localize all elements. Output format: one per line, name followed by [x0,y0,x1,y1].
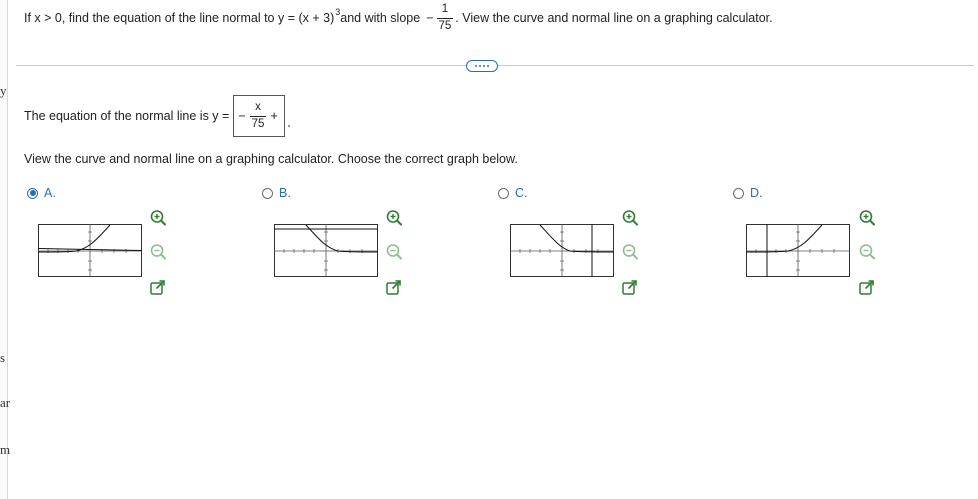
margin-glyph: s [0,350,6,365]
zoom-out-icon[interactable] [620,242,640,262]
zoom-in-icon[interactable] [384,208,404,228]
dot-icon [475,65,477,67]
margin-glyph: m [0,442,11,457]
choice-letter: B. [279,186,291,200]
open-new-window-icon[interactable] [148,278,168,298]
graph-b[interactable] [274,224,378,277]
zoom-out-icon[interactable] [384,242,404,262]
question-prefix: If x > 0, find the equation of the line … [24,11,335,25]
open-new-window-icon[interactable] [384,278,404,298]
choice-b[interactable]: B. [262,186,291,200]
graph-d[interactable] [746,224,850,277]
answer-plus: + [270,109,278,123]
dot-icon [487,65,489,67]
slope-fraction: 1 75 [436,3,454,32]
margin-glyph: ar [0,395,11,410]
question-text: If x > 0, find the equation of the line … [24,2,773,34]
answer-sign: − [238,109,246,123]
choice-letter: A. [44,186,56,200]
answer-label: The equation of the normal line is y = [24,109,230,123]
slope-denominator: 75 [436,17,454,32]
dot-icon [483,65,485,67]
question-suffix: . View the curve and normal line on a gr… [455,11,773,25]
graph-c[interactable] [510,224,614,277]
slope-sign: − [426,11,434,25]
answer-numerator: x [255,101,261,113]
dot-icon [479,65,481,67]
margin-glyph: y [0,83,7,98]
radio-selected-icon[interactable] [27,187,38,199]
open-new-window-icon[interactable] [620,278,640,298]
choice-d[interactable]: D. [733,186,763,200]
graph-a[interactable] [38,224,142,277]
zoom-out-icon[interactable] [857,242,877,262]
answer-input-box[interactable]: − x 75 + [233,95,285,137]
zoom-in-icon[interactable] [620,208,640,228]
zoom-out-icon[interactable] [148,242,168,262]
radio-icon[interactable] [498,187,509,199]
radio-icon[interactable] [262,187,273,199]
choice-c[interactable]: C. [498,186,528,200]
graph-instruction: View the curve and normal line on a grap… [24,152,518,166]
answer-line: The equation of the normal line is y = −… [24,95,290,137]
question-exponent: 3 [335,7,341,17]
left-margin-strip: y s ar m [0,0,11,499]
choice-letter: C. [515,186,528,200]
slope-numerator: 1 [441,3,449,15]
open-new-window-icon[interactable] [857,278,877,298]
zoom-in-icon[interactable] [148,208,168,228]
choice-a[interactable]: A. [27,186,56,200]
radio-icon[interactable] [733,187,744,199]
answer-fraction: x 75 [249,101,267,130]
more-button[interactable] [466,60,498,72]
choice-letter: D. [750,186,763,200]
answer-denominator: 75 [249,115,267,130]
zoom-in-icon[interactable] [857,208,877,228]
answer-period [287,125,290,127]
question-middle: and with slope [340,11,421,25]
